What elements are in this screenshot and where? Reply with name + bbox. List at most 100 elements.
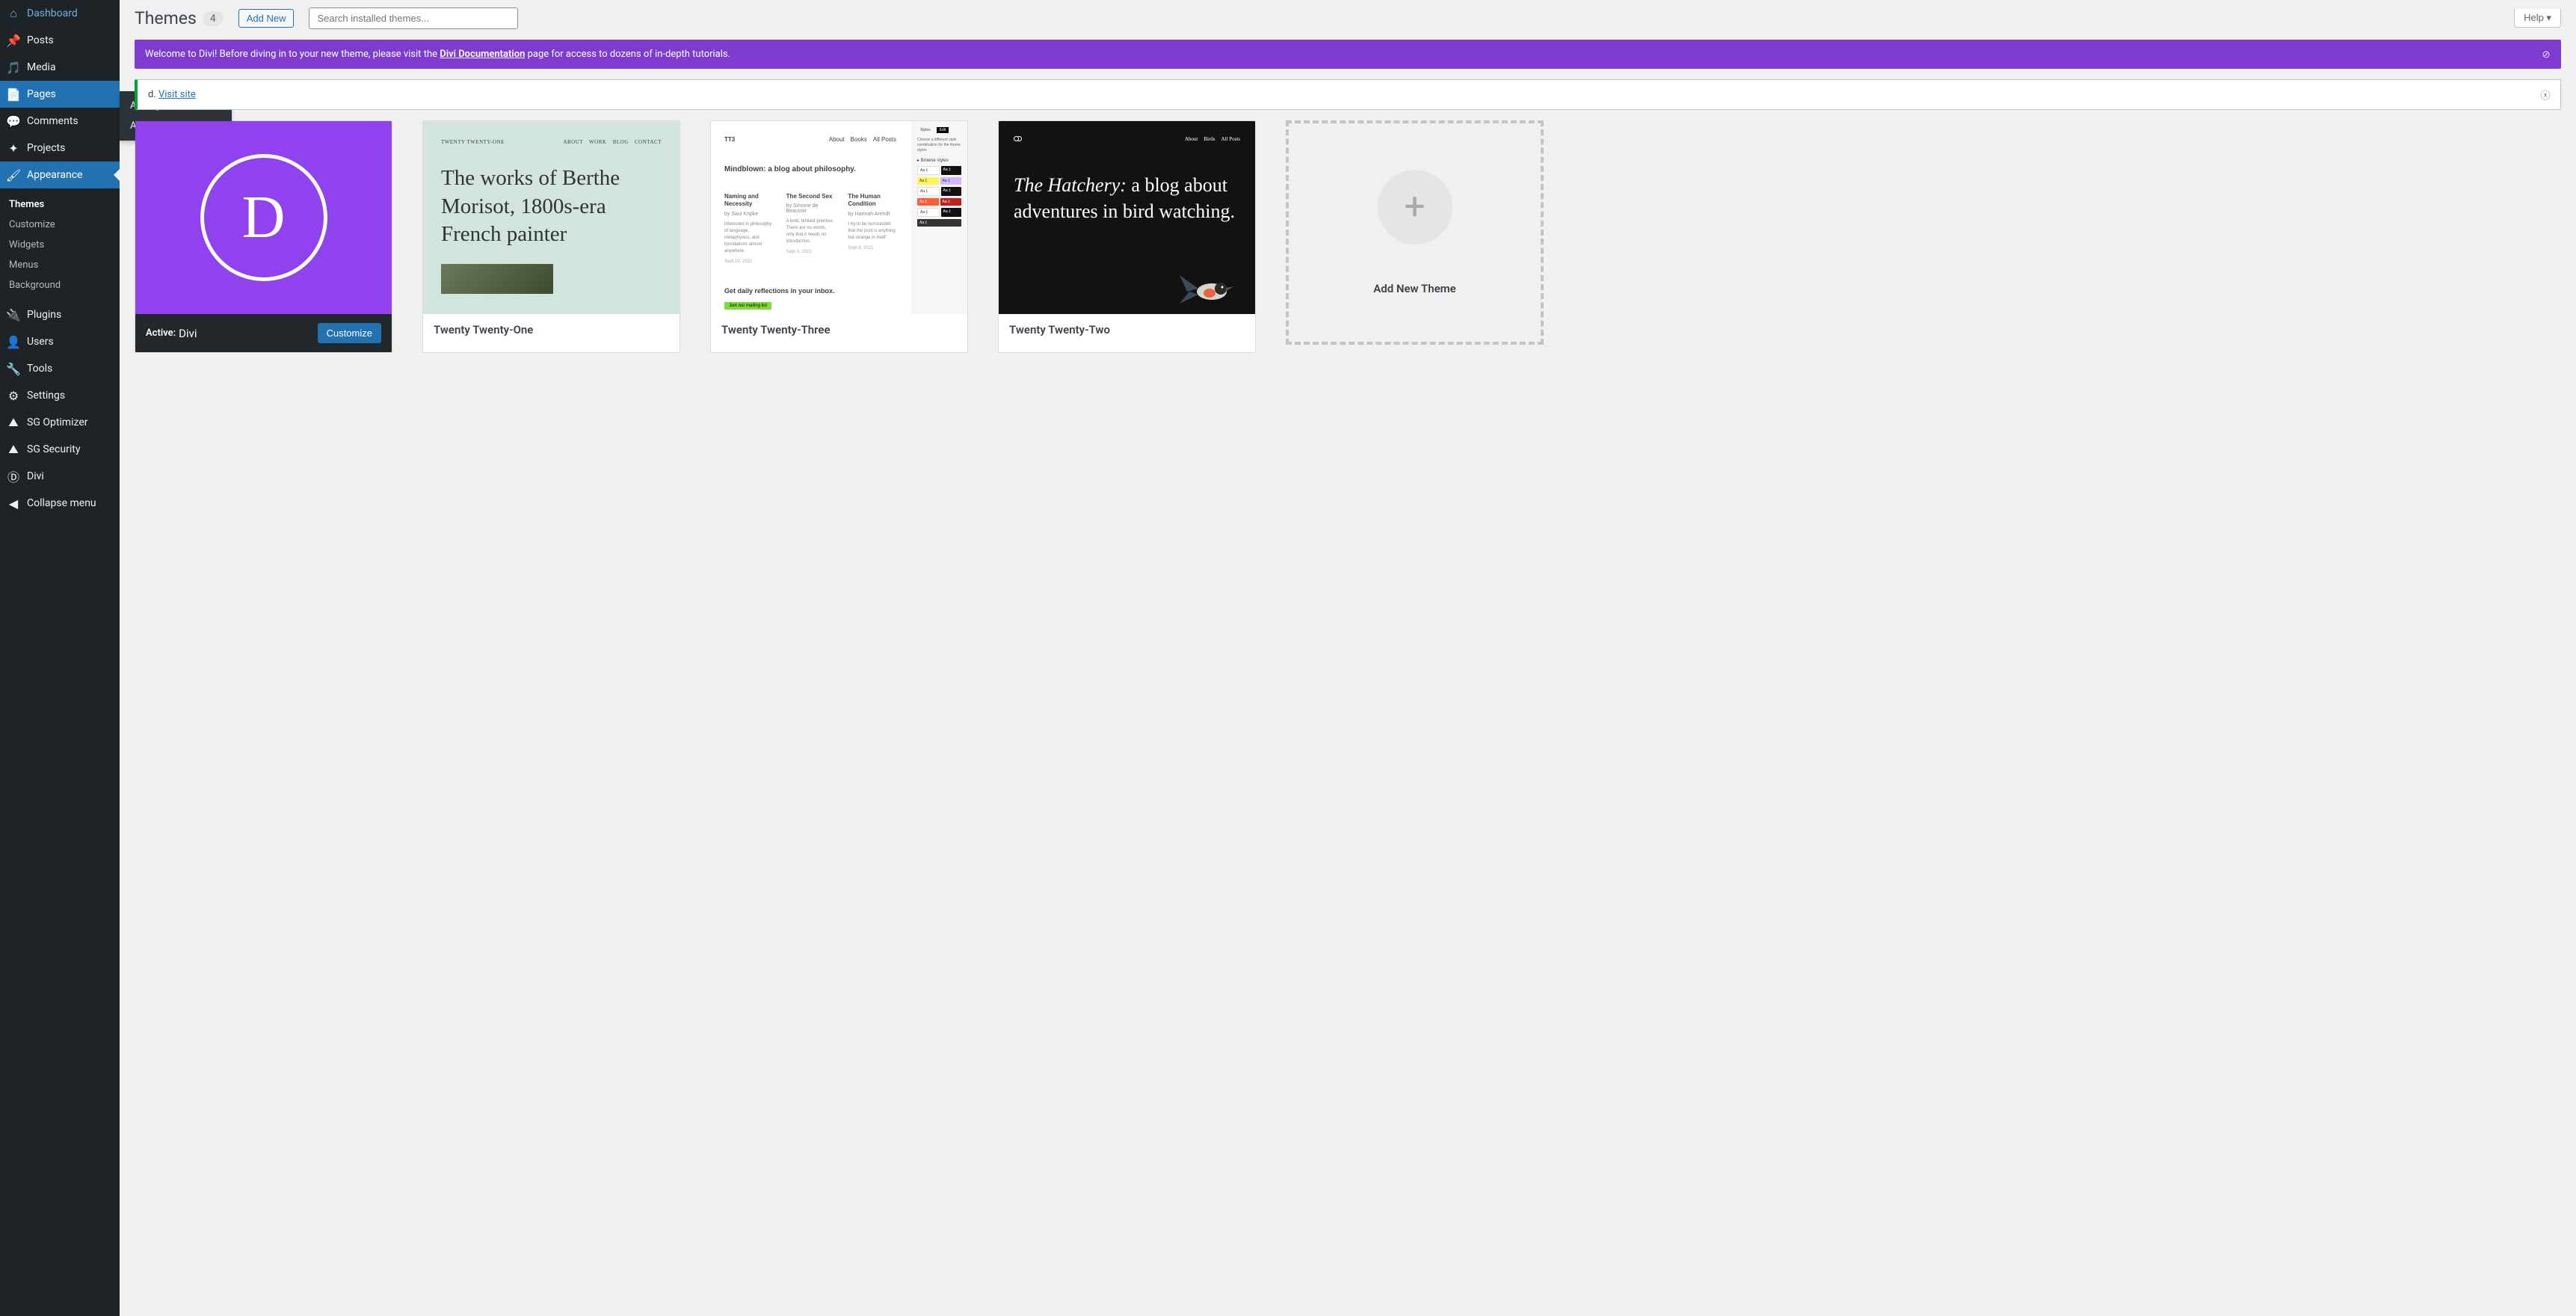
thumb-headline: Mindblown: a blog about philosophy. — [724, 165, 896, 173]
sidebar-item-plugins[interactable]: 🔌 Plugins — [0, 301, 120, 328]
sidebar-label: Dashboard — [27, 7, 78, 19]
sg-icon: ⛰ — [6, 415, 21, 430]
sidebar-label: Appearance — [27, 169, 82, 181]
site-notice: d. Visit site ⓧ — [135, 79, 2561, 110]
dismiss-button[interactable]: ⊘ — [2539, 47, 2554, 62]
submenu-item-themes[interactable]: Themes — [0, 194, 120, 215]
sidebar-label: Projects — [27, 142, 65, 154]
close-icon: ⓧ — [2540, 87, 2550, 102]
submenu-item-menus[interactable]: Menus — [0, 255, 120, 275]
theme-card-divi[interactable]: D Active: Divi Customize — [135, 120, 392, 353]
sidebar-label: Posts — [27, 34, 54, 46]
admin-sidebar: ⌂ Dashboard 📌 Posts 🎵 Media 📄 Pages 💬 Comment… — [0, 0, 120, 1316]
sidebar-label: Tools — [27, 363, 52, 375]
sidebar-label: Divi — [27, 470, 44, 482]
thumb-image — [441, 264, 553, 294]
page-header: Themes 4 Add New Help ▾ — [135, 7, 2561, 29]
notice-text: d. — [148, 89, 158, 100]
sidebar-label: Pages — [27, 88, 56, 100]
thumb-logo-icon — [1014, 136, 1027, 142]
themes-grid: D Active: Divi Customize TWENTY TWENTY-O… — [135, 120, 2561, 353]
theme-thumbnail: AboutBirdsAll Posts The Hatchery: a blog… — [999, 121, 1255, 314]
divi-notice: Welcome to Divi! Before diving in to you… — [135, 40, 2561, 69]
bird-icon — [1176, 268, 1243, 305]
sidebar-item-dashboard[interactable]: ⌂ Dashboard — [0, 0, 120, 27]
theme-name: Divi — [179, 327, 197, 340]
thumb-nav: ABOUT WORK BLOG CONTACT — [563, 139, 662, 145]
add-new-button[interactable]: Add New — [238, 9, 295, 28]
page-title: Themes — [135, 8, 197, 28]
media-icon: 🎵 — [6, 60, 21, 75]
sidebar-item-divi[interactable]: Ⓓ Divi — [0, 463, 120, 490]
appearance-submenu: Themes Customize Widgets Menus Backgroun… — [0, 188, 120, 301]
theme-card-twenty-twenty-one[interactable]: TWENTY TWENTY-ONE ABOUT WORK BLOG CONTACT… — [422, 120, 680, 353]
sidebar-label: Settings — [27, 390, 65, 402]
thumb-columns: Naming and Necessityby Saul KripkeIntere… — [724, 193, 896, 264]
theme-name: Twenty Twenty-Two — [1009, 323, 1110, 336]
thumb-cta-title: Get daily reflections in your inbox. — [724, 286, 896, 296]
plug-icon: 🔌 — [6, 307, 21, 322]
help-button[interactable]: Help ▾ — [2514, 9, 2561, 28]
user-icon: 👤 — [6, 334, 21, 349]
submenu-item-background[interactable]: Background — [0, 275, 120, 295]
theme-thumbnail: TWENTY TWENTY-ONE ABOUT WORK BLOG CONTACT… — [423, 121, 680, 314]
plus-icon: + — [1378, 170, 1452, 245]
thumb-brand: TWENTY TWENTY-ONE — [441, 139, 505, 145]
theme-name: Twenty Twenty-Three — [721, 323, 831, 336]
thumb-nav: AboutBooksAll Posts — [823, 136, 896, 143]
page-icon: 📄 — [6, 87, 21, 102]
notice-text: Welcome to Divi! Before diving in to you… — [145, 49, 440, 60]
close-icon: ⊘ — [2542, 49, 2550, 61]
theme-thumbnail: D — [135, 121, 392, 314]
thumb-cta-button: Join our mailing list — [724, 302, 771, 310]
comment-icon: 💬 — [6, 114, 21, 129]
submenu-item-customize[interactable]: Customize — [0, 215, 120, 235]
sidebar-item-collapse[interactable]: ◀ Collapse menu — [0, 490, 120, 517]
pin-icon: 📌 — [6, 33, 21, 48]
thumb-side-panel: StylesEdit Choose a different style comb… — [911, 121, 967, 314]
projects-icon: ✦ — [6, 141, 21, 156]
brush-icon: 🖌 — [6, 167, 21, 182]
theme-card-twenty-twenty-two[interactable]: AboutBirdsAll Posts The Hatchery: a blog… — [998, 120, 1256, 353]
theme-thumbnail: TT3 AboutBooksAll Posts Mindblown: a blog… — [711, 121, 967, 314]
sidebar-item-media[interactable]: 🎵 Media — [0, 54, 120, 81]
sidebar-item-posts[interactable]: 📌 Posts — [0, 27, 120, 54]
visit-site-link[interactable]: Visit site — [158, 89, 196, 100]
search-input[interactable] — [309, 7, 518, 29]
sidebar-label: SG Optimizer — [27, 416, 87, 428]
settings-icon: ⚙ — [6, 388, 21, 403]
add-new-theme-label: Add New Theme — [1373, 282, 1456, 295]
sidebar-label: Media — [27, 61, 56, 73]
tools-icon: 🔧 — [6, 361, 21, 376]
thumb-nav: AboutBirdsAll Posts — [1179, 136, 1240, 142]
sidebar-item-pages[interactable]: 📄 Pages — [0, 81, 120, 108]
sidebar-label: Plugins — [27, 309, 61, 321]
submenu-item-widgets[interactable]: Widgets — [0, 235, 120, 255]
sidebar-item-sg-optimizer[interactable]: ⛰ SG Optimizer — [0, 409, 120, 436]
thumb-brand: TT3 — [724, 136, 735, 143]
dashboard-icon: ⌂ — [6, 6, 21, 21]
thumb-headline: The works of Berthe Morisot, 1800s-era F… — [441, 164, 662, 249]
theme-card-twenty-twenty-three[interactable]: TT3 AboutBooksAll Posts Mindblown: a blog… — [710, 120, 968, 353]
dismiss-button[interactable]: ⓧ — [2538, 87, 2553, 102]
sidebar-label: Comments — [27, 115, 78, 127]
sidebar-item-sg-security[interactable]: ⛰ SG Security — [0, 436, 120, 463]
thumb-headline: The Hatchery: a blog about adventures in… — [1014, 172, 1240, 224]
theme-count-badge: 4 — [203, 11, 224, 26]
sidebar-label: SG Security — [27, 443, 80, 455]
collapse-icon: ◀ — [6, 496, 21, 511]
divi-icon: Ⓓ — [6, 469, 21, 484]
sidebar-item-projects[interactable]: ✦ Projects — [0, 135, 120, 162]
sg-icon: ⛰ — [6, 442, 21, 457]
sidebar-item-settings[interactable]: ⚙ Settings — [0, 382, 120, 409]
sidebar-item-comments[interactable]: 💬 Comments — [0, 108, 120, 135]
sidebar-item-tools[interactable]: 🔧 Tools — [0, 355, 120, 382]
theme-name: Twenty Twenty-One — [434, 323, 533, 336]
customize-button[interactable]: Customize — [318, 323, 381, 343]
sidebar-label: Collapse menu — [27, 497, 96, 509]
sidebar-item-appearance[interactable]: 🖌 Appearance — [0, 162, 120, 188]
add-new-theme-card[interactable]: + Add New Theme — [1286, 120, 1544, 345]
sidebar-label: Users — [27, 336, 54, 348]
sidebar-item-users[interactable]: 👤 Users — [0, 328, 120, 355]
divi-documentation-link[interactable]: Divi Documentation — [440, 49, 525, 60]
